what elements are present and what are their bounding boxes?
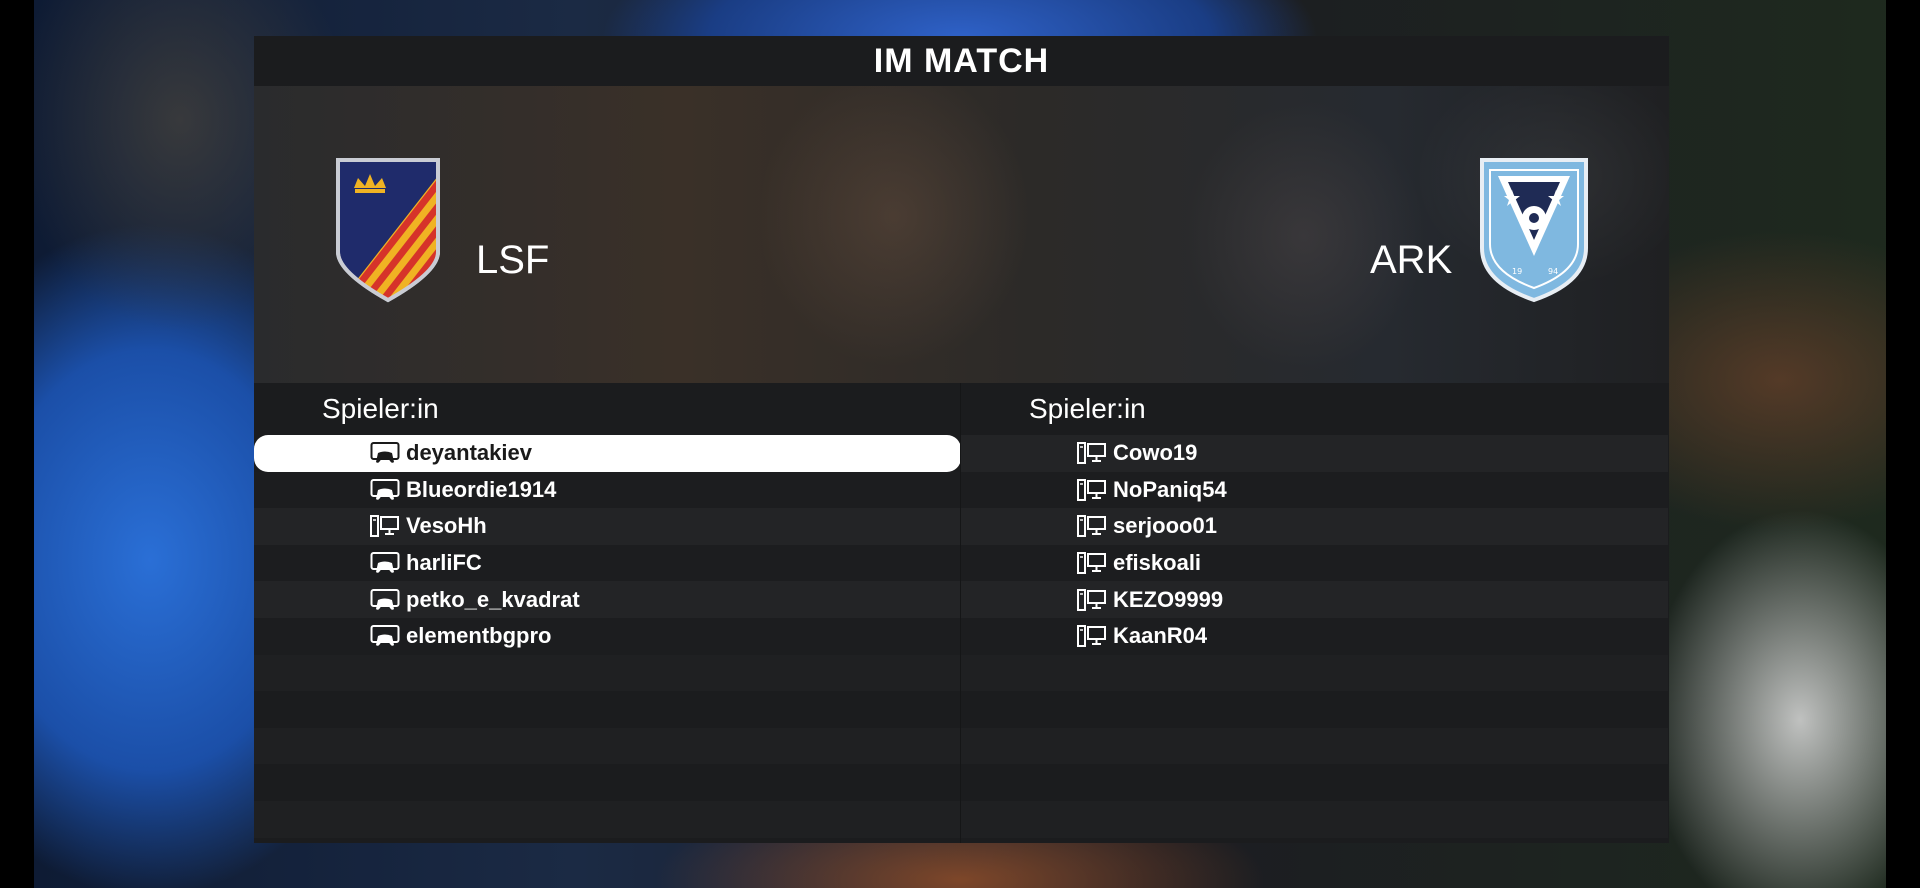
home-players-column: Spieler:in deyantakiev Blueordie1914 VesoH… — [254, 383, 961, 843]
pc-icon — [1077, 442, 1106, 465]
lsf-crest-icon — [336, 158, 440, 303]
player-name: harliFC — [406, 550, 482, 576]
ark-crest-year-left: 19 — [1512, 267, 1522, 276]
away-player-row[interactable]: Cowo19 — [961, 435, 1668, 472]
away-player-row[interactable]: serjooo01 — [961, 508, 1668, 545]
ark-crest-icon: 19 94 — [1480, 158, 1588, 303]
empty-player-slot — [961, 727, 1668, 765]
player-name: VesoHh — [406, 513, 487, 539]
home-player-row[interactable]: petko_e_kvadrat — [254, 581, 961, 618]
player-name: NoPaniq54 — [1113, 476, 1227, 502]
home-player-row[interactable]: VesoHh — [254, 508, 961, 545]
empty-player-slot — [961, 654, 1668, 692]
player-name: elementbgpro — [406, 623, 552, 649]
empty-player-slot — [254, 800, 961, 838]
away-player-row[interactable]: KaanR04 — [961, 617, 1668, 655]
player-name: efiskoali — [1113, 550, 1202, 576]
home-player-row[interactable]: deyantakiev — [254, 435, 961, 472]
pc-icon — [1077, 625, 1106, 648]
home-column-header: Spieler:in — [322, 393, 439, 424]
pc-icon — [1077, 552, 1106, 575]
console-icon — [370, 588, 400, 610]
console-icon — [370, 478, 400, 500]
away-column-header: Spieler:in — [1029, 393, 1146, 424]
player-name: serjooo01 — [1113, 513, 1217, 539]
player-name: Cowo19 — [1113, 440, 1198, 466]
player-name: KaanR04 — [1113, 623, 1208, 649]
home-player-row[interactable]: Blueordie1914 — [254, 471, 961, 509]
console-icon — [370, 442, 400, 464]
home-player-row[interactable]: elementbgpro — [254, 617, 961, 655]
pc-icon — [1077, 588, 1106, 611]
home-player-row[interactable]: harliFC — [254, 544, 961, 582]
player-name: petko_e_kvadrat — [406, 586, 580, 612]
empty-player-slot — [254, 764, 961, 801]
header-background-art — [254, 86, 1669, 383]
player-name: KEZO9999 — [1113, 586, 1224, 612]
letterbox-left — [0, 0, 34, 888]
home-team-name: LSF — [476, 238, 550, 282]
away-player-row[interactable]: KEZO9999 — [961, 581, 1668, 618]
empty-player-slot — [961, 764, 1668, 801]
empty-player-slot — [254, 691, 961, 728]
player-name: deyantakiev — [406, 440, 532, 466]
away-player-list: Cowo19 NoPaniq54 serjooo01 efiskoali KEZO999… — [961, 435, 1668, 838]
console-icon — [370, 552, 400, 573]
empty-player-slot — [254, 727, 961, 765]
away-player-row[interactable]: NoPaniq54 — [961, 471, 1668, 509]
pc-icon — [1077, 515, 1106, 538]
letterbox-right — [1886, 0, 1920, 888]
empty-player-slot — [961, 800, 1668, 838]
pc-icon — [370, 515, 399, 538]
away-team-name: ARK — [1370, 238, 1453, 282]
empty-player-slot — [961, 691, 1668, 728]
away-players-column: Spieler:in Cowo19 NoPaniq54 serjooo01 efisk… — [961, 383, 1668, 843]
teams-header: LSF ARK 19 94 — [254, 86, 1669, 383]
home-player-list: deyantakiev Blueordie1914 VesoHh harliFC pet… — [254, 435, 961, 838]
away-player-row[interactable]: efiskoali — [961, 544, 1668, 582]
ark-crest-year-right: 94 — [1548, 267, 1558, 276]
player-name: Blueordie1914 — [406, 476, 557, 502]
screen-title: IM MATCH — [873, 42, 1050, 80]
empty-player-slot — [254, 654, 961, 692]
pc-icon — [1077, 478, 1106, 501]
match-lobby-panel: IM MATCH LSF ARK 19 94 Spieler:in deyant… — [254, 36, 1669, 843]
console-icon — [370, 625, 400, 647]
